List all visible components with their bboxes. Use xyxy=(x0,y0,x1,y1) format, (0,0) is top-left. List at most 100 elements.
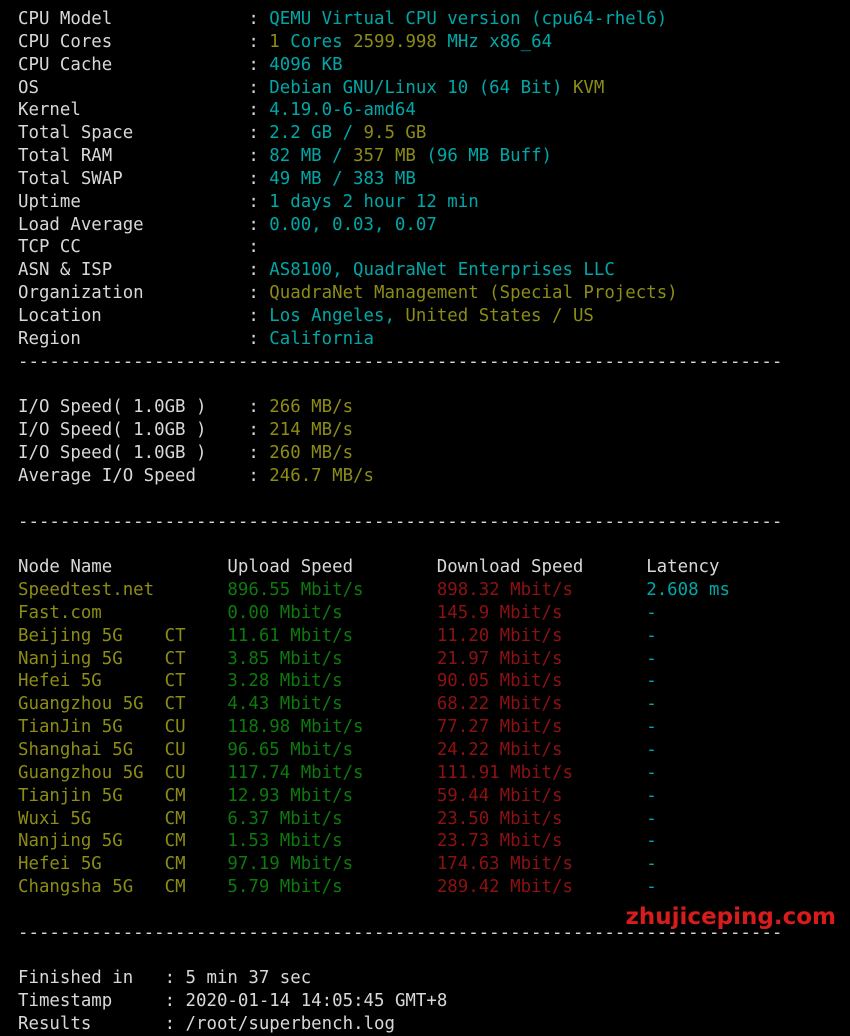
speedtest-download: 68.22 Mbit/s xyxy=(436,694,647,715)
speedtest-upload: 12.93 Mbit/s xyxy=(227,785,437,806)
sysinfo-value-part xyxy=(416,146,426,166)
speedtest-download: 21.97 Mbit/s xyxy=(436,648,647,669)
footer-row: Finished in : 5 min 37 sec xyxy=(18,967,842,990)
footer-row: Results : /root/superbench.log xyxy=(18,1013,842,1036)
field-separator: : xyxy=(248,420,270,441)
speedtest-latency: - xyxy=(646,762,657,783)
sysinfo-label: CPU Cache xyxy=(18,54,249,75)
sysinfo-value-part: Debian GNU/Linux 10 (64 Bit) xyxy=(269,77,563,98)
sysinfo-label: Organization xyxy=(18,283,249,304)
sysinfo-row: CPU Cache : 4096 KB xyxy=(18,54,842,77)
speedtest-node-name: Hefei 5G xyxy=(18,671,165,692)
speedtest-row: Fast.com 0.00 Mbit/s 145.9 Mbit/s - xyxy=(18,602,842,625)
speedtest-latency: - xyxy=(646,694,657,715)
sysinfo-value-part: AS8100, QuadraNet Enterprises LLC xyxy=(269,260,615,281)
sysinfo-row: Total Space : 2.2 GB / 9.5 GB xyxy=(18,122,842,145)
speedtest-row: Changsha 5G CM 5.79 Mbit/s 289.42 Mbit/s… xyxy=(18,876,842,899)
separator-after-sysinfo: ----------------------------------------… xyxy=(18,351,842,374)
footer-row: Timestamp : 2020-01-14 14:05:45 GMT+8 xyxy=(18,990,842,1013)
speedtest-latency: - xyxy=(646,717,657,738)
footer-label: Results xyxy=(18,1014,165,1035)
sysinfo-value-part: 2599.998 xyxy=(353,31,437,52)
iospeed-value: 266 MB/s xyxy=(269,397,354,418)
sysinfo-label: Kernel xyxy=(18,100,249,121)
speedtest-isp-tag xyxy=(165,580,228,600)
blank xyxy=(18,489,28,509)
speedtest-download: 90.05 Mbit/s xyxy=(436,671,647,692)
blank-line xyxy=(18,945,842,968)
speedtest-upload: 3.85 Mbit/s xyxy=(227,648,437,669)
sysinfo-row: Total SWAP : 49 MB / 383 MB xyxy=(18,168,842,191)
speedtest-node-name: Changsha 5G xyxy=(18,877,165,898)
sysinfo-label: TCP CC xyxy=(18,237,249,258)
speedtest-node-name: Nanjing 5G xyxy=(18,648,165,669)
sysinfo-value-part: California xyxy=(269,328,374,349)
sysinfo-label: Total SWAP xyxy=(18,168,249,189)
sysinfo-row: TCP CC : xyxy=(18,236,842,259)
field-separator: : xyxy=(248,260,270,281)
iospeed-value: 246.7 MB/s xyxy=(269,465,374,486)
field-separator: : xyxy=(248,328,270,349)
sysinfo-row: Location : Los Angeles, United States / … xyxy=(18,305,842,328)
speedtest-row: Nanjing 5G CM 1.53 Mbit/s 23.73 Mbit/s - xyxy=(18,830,842,853)
footer-value: 5 min 37 sec xyxy=(185,968,312,989)
iospeed-label: I/O Speed( 1.0GB ) xyxy=(18,443,249,464)
footer-value: 2020-01-14 14:05:45 GMT+8 xyxy=(185,991,448,1012)
field-separator: : xyxy=(248,77,270,98)
sysinfo-row: Total RAM : 82 MB / 357 MB (96 MB Buff) xyxy=(18,145,842,168)
speedtest-isp-tag: CT xyxy=(164,671,228,692)
footer-label: Timestamp xyxy=(18,991,165,1012)
speedtest-latency: 2.608 ms xyxy=(646,580,730,601)
speedtest-node-name: Hefei 5G xyxy=(18,854,165,875)
speedtest-latency: - xyxy=(646,785,657,806)
sysinfo-value-part: 357 MB xyxy=(353,146,416,167)
speedtest-isp-tag xyxy=(165,603,228,623)
blank xyxy=(18,900,28,920)
sysinfo-value-part xyxy=(562,78,572,98)
speedtest-node-name: TianJin 5G xyxy=(18,717,165,738)
sysinfo-value-part: 4.19.0-6-amd64 xyxy=(269,100,416,121)
sysinfo-row: Organization : QuadraNet Management (Spe… xyxy=(18,282,842,305)
iospeed-value: 260 MB/s xyxy=(269,443,354,464)
speedtest-node-name: Fast.com xyxy=(18,602,165,623)
sysinfo-value-part xyxy=(280,32,290,52)
sysinfo-label: Region xyxy=(18,328,249,349)
speedtest-upload: 117.74 Mbit/s xyxy=(227,762,437,783)
sysinfo-label: Location xyxy=(18,305,249,326)
speedtest-upload: 896.55 Mbit/s xyxy=(227,580,437,601)
speedtest-header-row: Node Name Upload Speed Download Speed La… xyxy=(18,556,842,579)
field-separator: : xyxy=(248,168,270,189)
field-separator: : xyxy=(248,146,270,167)
sysinfo-label: ASN & ISP xyxy=(18,260,249,281)
iospeed-label: Average I/O Speed xyxy=(18,465,249,486)
iospeed-label: I/O Speed( 1.0GB ) xyxy=(18,420,249,441)
speedtest-isp-tag: CT xyxy=(164,694,228,715)
speedtest-row: Speedtest.net 896.55 Mbit/s 898.32 Mbit/… xyxy=(18,579,842,602)
speedtest-upload: 96.65 Mbit/s xyxy=(227,740,437,760)
speedtest-latency: - xyxy=(646,740,657,760)
sysinfo-value-part: 1 xyxy=(269,31,280,52)
iospeed-value: 214 MB/s xyxy=(269,420,354,441)
blank xyxy=(18,375,28,395)
sysinfo-value-part: (96 MB Buff) xyxy=(426,146,553,167)
speedtest-row: Guangzhou 5G CU 117.74 Mbit/s 111.91 Mbi… xyxy=(18,762,842,785)
speedtest-upload: 1.53 Mbit/s xyxy=(227,831,437,852)
speedtest-upload: 97.19 Mbit/s xyxy=(227,854,437,875)
sysinfo-value-part: QEMU Virtual CPU version (cpu64-rhel6) xyxy=(269,9,668,29)
sysinfo-row: Load Average : 0.00, 0.03, 0.07 xyxy=(18,214,842,237)
speedtest-node-name: Tianjin 5G xyxy=(18,785,165,806)
iospeed-row: I/O Speed( 1.0GB ) : 266 MB/s xyxy=(18,396,842,419)
speedtest-upload: 3.28 Mbit/s xyxy=(227,671,437,692)
speedtest-row: Nanjing 5G CT 3.85 Mbit/s 21.97 Mbit/s - xyxy=(18,648,842,671)
blank-line xyxy=(18,533,842,556)
speedtest-upload: 4.43 Mbit/s xyxy=(227,694,437,715)
sysinfo-value-part xyxy=(395,306,405,326)
sysinfo-row: ASN & ISP : AS8100, QuadraNet Enterprise… xyxy=(18,259,842,282)
sysinfo-label: Load Average xyxy=(18,214,249,235)
speedtest-node-name: Wuxi 5G xyxy=(18,808,165,829)
iospeed-row: Average I/O Speed : 246.7 MB/s xyxy=(18,465,842,488)
speedtest-latency: - xyxy=(646,602,657,623)
speedtest-row: Tianjin 5G CM 12.93 Mbit/s 59.44 Mbit/s … xyxy=(18,785,842,808)
iospeed-label: I/O Speed( 1.0GB ) xyxy=(18,397,249,418)
speedtest-row: Wuxi 5G CM 6.37 Mbit/s 23.50 Mbit/s - xyxy=(18,808,842,831)
